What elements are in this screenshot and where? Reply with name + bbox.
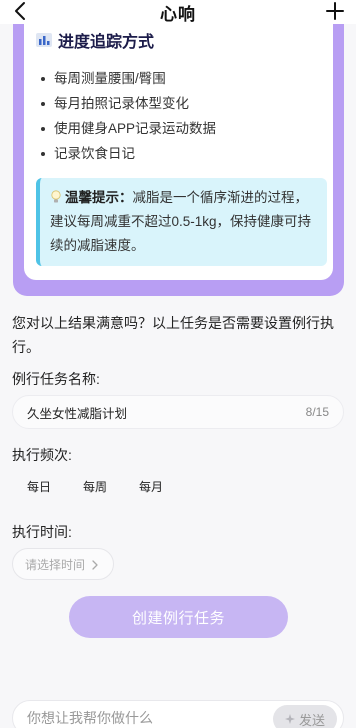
- lightbulb-icon: [50, 188, 62, 203]
- sparkle-icon: [284, 712, 295, 727]
- result-card: 进度追踪方式 每周测量腰围/臀围 每月拍照记录体型变化 使用健身APP记录运动数…: [24, 0, 333, 280]
- send-button[interactable]: 发送: [273, 705, 337, 728]
- frequency-monthly[interactable]: 每月: [124, 474, 178, 498]
- chevron-left-icon[interactable]: [12, 0, 28, 22]
- frequency-daily[interactable]: 每日: [12, 474, 66, 498]
- message-composer: 发送: [12, 700, 344, 728]
- create-routine-button[interactable]: 创建例行任务: [69, 596, 288, 638]
- plus-icon[interactable]: [324, 0, 346, 22]
- time-placeholder: 请选择时间: [25, 557, 86, 572]
- tip-label: 温馨提示：: [65, 190, 133, 205]
- frequency-weekly[interactable]: 每周: [68, 474, 122, 498]
- top-bar: 心响: [0, 0, 356, 24]
- list-item: 每月拍照记录体型变化: [36, 91, 323, 116]
- confirm-question: 您对以上结果满意吗？以上任务是否需要设置例行执行。: [12, 315, 334, 355]
- frequency-label: 执行频次:: [12, 447, 72, 463]
- task-name-value[interactable]: 久坐女性减脂计划: [27, 403, 127, 422]
- message-input[interactable]: [27, 710, 257, 726]
- send-label: 发送: [298, 712, 325, 728]
- section-heading: 进度追踪方式: [36, 28, 323, 52]
- page-title: 心响: [160, 4, 196, 24]
- list-item: 记录饮食日记: [36, 141, 323, 166]
- list-item: 使用健身APP记录运动数据: [36, 116, 323, 141]
- chevron-right-icon: [91, 559, 99, 570]
- tip-box: 温馨提示：减脂是一个循序渐进的过程，建议每周减重不超过0.5-1kg，保持健康可…: [36, 178, 327, 266]
- bar-chart-icon: [36, 33, 52, 47]
- frequency-options: 每日 每周 每月: [12, 474, 180, 498]
- time-picker[interactable]: 请选择时间: [12, 548, 114, 580]
- time-label: 执行时间:: [12, 524, 72, 540]
- list-item: 每周测量腰围/臀围: [36, 66, 323, 91]
- task-name-field[interactable]: 久坐女性减脂计划 8/15: [12, 395, 344, 429]
- section-title: 进度追踪方式: [58, 34, 155, 51]
- char-count: 8/15: [305, 405, 329, 419]
- tracking-list: 每周测量腰围/臀围 每月拍照记录体型变化 使用健身APP记录运动数据 记录饮食日…: [36, 66, 323, 166]
- result-card-frame: 进度追踪方式 每周测量腰围/臀围 每月拍照记录体型变化 使用健身APP记录运动数…: [13, 0, 344, 296]
- task-name-label: 例行任务名称:: [12, 371, 100, 387]
